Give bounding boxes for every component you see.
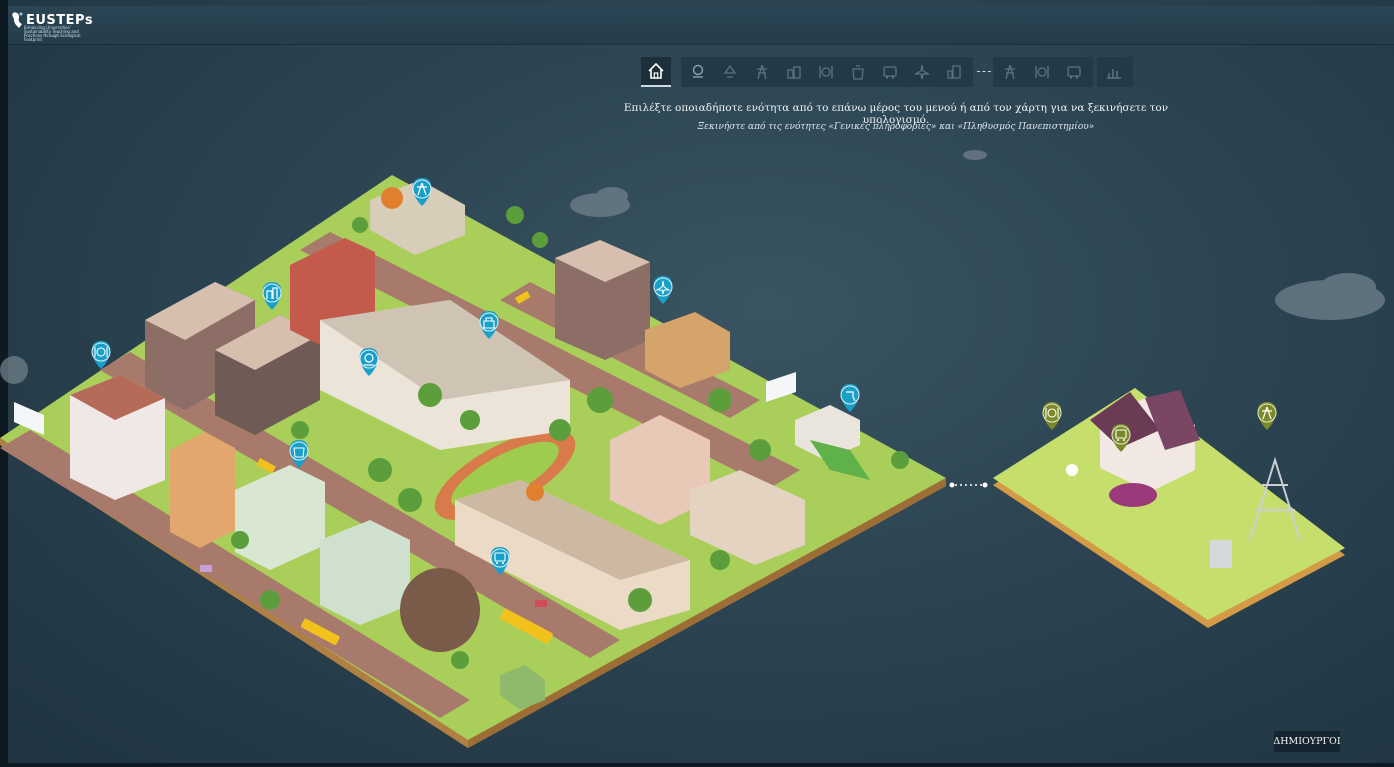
map-pin-water[interactable]	[840, 384, 860, 412]
island-connector	[949, 482, 988, 488]
map-pin-household-food[interactable]	[1042, 402, 1062, 430]
map-pin-food[interactable]	[91, 341, 111, 369]
household-island	[993, 388, 1345, 628]
map-pin-household-energy[interactable]	[1257, 402, 1277, 430]
campus-map	[0, 150, 1385, 748]
creators-button[interactable]: ΔΗΜΙΟΥΡΓΟΙ	[1273, 731, 1341, 752]
map-pin-travel[interactable]	[653, 276, 673, 304]
